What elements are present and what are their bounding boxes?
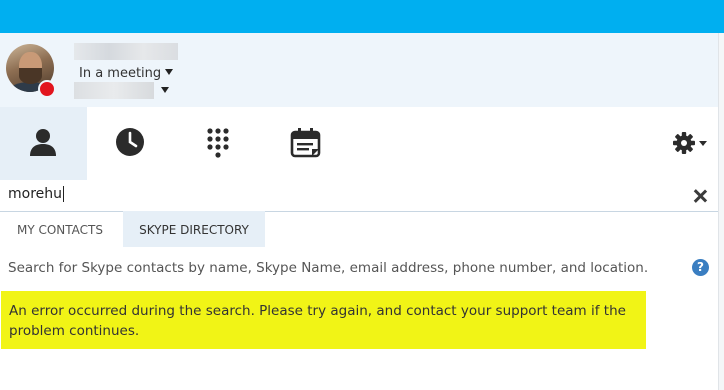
location-redacted <box>74 82 154 99</box>
contacts-person-icon <box>30 129 56 156</box>
directory-info-text: Search for Skype contacts by name, Skype… <box>8 260 649 276</box>
search-input[interactable]: morehu <box>8 186 65 202</box>
error-message: An error occurred during the search. Ple… <box>9 303 626 339</box>
recent-clock-icon <box>116 128 144 156</box>
clear-search-icon[interactable] <box>692 188 708 204</box>
search-scope-tabs: MY CONTACTS SKYPE DIRECTORY <box>0 211 724 247</box>
text-cursor <box>63 186 65 202</box>
meetings-calendar-icon <box>290 128 321 158</box>
tab-recent[interactable] <box>87 107 174 180</box>
tab-skype-directory[interactable]: SKYPE DIRECTORY <box>123 211 265 247</box>
tab-my-contacts[interactable]: MY CONTACTS <box>0 211 120 247</box>
search-bar: morehu <box>0 180 718 212</box>
presence-status[interactable]: In a meeting <box>79 66 161 81</box>
main-nav <box>0 107 724 181</box>
tab-contacts[interactable] <box>0 107 87 180</box>
window-right-edge <box>718 33 724 390</box>
presence-busy-icon <box>38 80 56 98</box>
display-name-redacted <box>74 43 178 60</box>
title-bar <box>0 0 724 33</box>
help-icon[interactable]: ? <box>692 259 709 276</box>
tab-dialpad[interactable] <box>175 107 262 180</box>
tab-meetings[interactable] <box>262 107 349 180</box>
gear-icon[interactable] <box>672 131 712 155</box>
dialpad-icon <box>207 128 229 158</box>
search-input-text: morehu <box>8 186 63 202</box>
avatar-beard <box>19 68 42 84</box>
error-highlight: An error occurred during the search. Ple… <box>1 291 646 349</box>
presence-dropdown-icon[interactable] <box>165 69 173 75</box>
profile-header: In a meeting <box>0 33 724 108</box>
location-dropdown-icon[interactable] <box>161 87 169 93</box>
